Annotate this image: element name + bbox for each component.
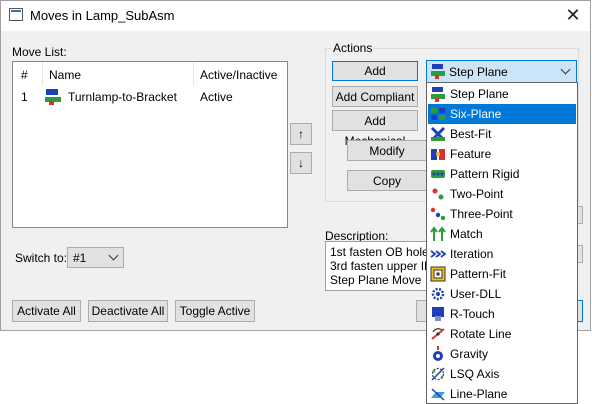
dropdown-item-label: Step Plane (450, 87, 509, 101)
two-point-icon (432, 188, 444, 200)
dropdown-item-label: Three-Point (450, 207, 513, 221)
dropdown-item-two-point[interactable]: Two-Point (428, 184, 576, 204)
move-type-combobox[interactable]: Step Plane (426, 60, 577, 83)
dropdown-item-label: User-DLL (450, 287, 502, 301)
r-touch-icon (432, 307, 444, 321)
dropdown-item-label: Pattern-Fit (450, 267, 507, 281)
add-mechanical-button[interactable]: Add Mechanical (332, 110, 418, 148)
dropdown-item-label: LSQ Axis (450, 367, 500, 381)
move-list[interactable]: # Name Active/Inactive 1 Turnlamp-to-Bra… (12, 61, 288, 228)
row-name: Turnlamp-to-Bracket (68, 90, 177, 104)
actions-label: Actions (331, 41, 375, 55)
dropdown-item-label: Match (450, 227, 483, 241)
dropdown-item-lsq-axis[interactable]: LSQ Axis (428, 364, 576, 384)
chevron-down-icon (108, 250, 119, 261)
six-plane-icon (431, 108, 445, 120)
feature-icon (431, 149, 445, 160)
chevron-down-icon (560, 64, 571, 75)
user-dll-icon (431, 287, 445, 301)
dropdown-item-six-plane[interactable]: Six-Plane (428, 104, 576, 124)
dropdown-item-r-touch[interactable]: R-Touch (428, 304, 576, 324)
dropdown-item-match[interactable]: Match (428, 224, 576, 244)
toggle-active-button[interactable]: Toggle Active (175, 300, 255, 322)
dropdown-item-pattern-fit[interactable]: Pattern-Fit (428, 264, 576, 284)
dropdown-item-label: Six-Plane (450, 107, 502, 121)
description-line: Step Plane Move (330, 273, 422, 287)
column-header-name[interactable]: Name (49, 68, 81, 82)
description-box[interactable]: 1st fasten OB hole, 3rd fasten upper IB … (325, 241, 428, 291)
dropdown-item-label: Pattern Rigid (450, 167, 520, 181)
best-fit-icon (430, 126, 446, 142)
rotate-line-icon (431, 328, 445, 340)
dropdown-item-step-plane[interactable]: Step Plane (428, 84, 576, 104)
dropdown-item-feature[interactable]: Feature (428, 144, 576, 164)
dropdown-item-rotate-line[interactable]: Rotate Line (428, 324, 576, 344)
step-plane-icon (431, 64, 445, 79)
dropdown-item-label: Feature (450, 147, 492, 161)
dropdown-item-label: Two-Point (450, 187, 504, 201)
dropdown-item-label: Gravity (450, 347, 489, 361)
column-divider (193, 62, 194, 86)
pattern-rigid-icon (431, 170, 445, 178)
dropdown-item-user-dll[interactable]: User-DLL (428, 284, 576, 304)
iteration-icon (430, 250, 446, 258)
column-divider (42, 62, 43, 86)
move-down-button[interactable]: ↓ (290, 152, 312, 174)
gravity-icon (433, 346, 443, 361)
move-up-button[interactable]: ↑ (290, 123, 312, 145)
step-plane-icon (45, 89, 61, 105)
dropdown-item-label: Iteration (450, 247, 494, 261)
copy-button[interactable]: Copy (347, 170, 427, 191)
row-status: Active (200, 90, 233, 104)
dropdown-item-best-fit[interactable]: Best-Fit (428, 124, 576, 144)
step-plane-icon (431, 87, 445, 102)
column-header-number[interactable]: # (21, 68, 28, 82)
dropdown-item-label: Line-Plane (450, 387, 508, 401)
description-line: 1st fasten OB hole, (330, 245, 428, 259)
dropdown-item-line-plane[interactable]: Line-Plane (428, 384, 576, 404)
add-compliant-button[interactable]: Add Compliant (332, 86, 418, 107)
dropdown-item-label: Best-Fit (450, 127, 492, 141)
row-number: 1 (21, 90, 28, 104)
move-type-dropdown: Step Plane Six-Plane Best-Fit Feature Pa… (426, 82, 578, 404)
window-icon (9, 8, 23, 21)
column-header-status[interactable]: Active/Inactive (200, 68, 277, 82)
dropdown-item-label: R-Touch (450, 307, 495, 321)
deactivate-all-button[interactable]: Deactivate All (88, 300, 168, 322)
switch-to-label: Switch to: (15, 251, 68, 265)
move-list-label: Move List: (12, 45, 67, 59)
line-plane-icon (431, 388, 445, 401)
three-point-icon (430, 207, 446, 221)
window-title: Moves in Lamp_SubAsm (30, 8, 175, 23)
close-button[interactable]: ✕ (556, 1, 590, 30)
dropdown-item-iteration[interactable]: Iteration (428, 244, 576, 264)
activate-all-button[interactable]: Activate All (12, 300, 81, 322)
modify-button[interactable]: Modify (347, 140, 427, 161)
dropdown-item-label: Rotate Line (450, 327, 512, 341)
pattern-fit-icon (430, 266, 446, 282)
add-button[interactable]: Add (332, 61, 418, 81)
table-row[interactable]: 1 Turnlamp-to-Bracket Active (13, 87, 287, 107)
dropdown-item-pattern-rigid[interactable]: Pattern Rigid (428, 164, 576, 184)
switch-to-value: #1 (73, 251, 87, 265)
description-line: 3rd fasten upper IB (330, 259, 428, 273)
switch-to-select[interactable]: #1 (67, 247, 124, 268)
move-type-selected: Step Plane (449, 65, 508, 79)
dropdown-item-three-point[interactable]: Three-Point (428, 204, 576, 224)
lsq-axis-icon (431, 367, 445, 381)
match-icon (430, 226, 446, 241)
dropdown-item-gravity[interactable]: Gravity (428, 344, 576, 364)
